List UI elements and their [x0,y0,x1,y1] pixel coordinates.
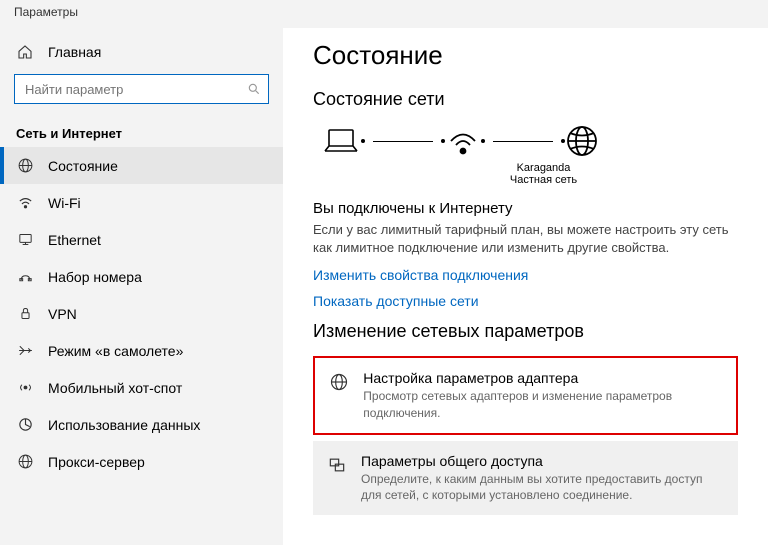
window-title: Параметры [0,0,768,28]
nav-status[interactable]: Состояние [0,147,283,184]
airplane-icon [16,342,34,359]
nav-hotspot[interactable]: Мобильный хот-спот [0,369,283,406]
network-label: Karaganda Частная сеть [349,162,738,186]
net-status-heading: Состояние сети [313,89,738,110]
nav-label: Мобильный хот-спот [48,380,182,396]
wifi-icon [16,194,34,211]
connected-heading: Вы подключены к Интернету [313,200,738,217]
connector-line [361,139,445,143]
section-heading: Сеть и Интернет [0,116,283,147]
link-show-networks[interactable]: Показать доступные сети [313,293,738,309]
sidebar: Главная Сеть и Интернет Состояние Wi-Fi … [0,28,283,545]
nav-label: Состояние [48,158,118,174]
network-name: Karaganda [349,162,738,174]
page-title: Состояние [313,40,738,71]
change-settings-heading: Изменение сетевых параметров [313,321,738,342]
adapter-title: Настройка параметров адаптера [363,370,722,386]
hotspot-icon [16,379,34,396]
home-link[interactable]: Главная [0,36,283,68]
sharing-desc: Определите, к каким данным вы хотите пре… [361,471,724,503]
nav-vpn[interactable]: VPN [0,295,283,332]
router-icon [445,125,481,157]
network-type: Частная сеть [349,174,738,186]
nav-dialup[interactable]: Набор номера [0,258,283,295]
laptop-icon [321,125,361,157]
data-icon [16,416,34,433]
network-diagram [321,124,738,158]
connected-text: Если у вас лимитный тарифный план, вы мо… [313,221,733,257]
sharing-title: Параметры общего доступа [361,453,724,469]
nav-wifi[interactable]: Wi-Fi [0,184,283,221]
connector-line [481,139,565,143]
home-icon [16,44,34,60]
search-input[interactable] [14,74,269,104]
nav-label: Режим «в самолете» [48,343,183,359]
main-layout: Главная Сеть и Интернет Состояние Wi-Fi … [0,28,768,545]
sharing-settings-card[interactable]: Параметры общего доступа Определите, к к… [313,441,738,515]
vpn-icon [16,305,34,322]
nav-label: Набор номера [48,269,142,285]
nav-label: Wi-Fi [48,195,81,211]
nav-proxy[interactable]: Прокси-сервер [0,443,283,480]
proxy-icon [16,453,34,470]
content-area: Состояние Состояние сети Karaganda Частн… [283,28,768,545]
adapter-settings-card[interactable]: Настройка параметров адаптера Просмотр с… [313,356,738,434]
nav-ethernet[interactable]: Ethernet [0,221,283,258]
sharing-icon [327,453,347,503]
dialup-icon [16,268,34,285]
globe-icon [16,157,34,174]
nav-label: Прокси-сервер [48,454,145,470]
search-container [14,74,269,104]
nav-label: VPN [48,306,77,322]
nav-airplane[interactable]: Режим «в самолете» [0,332,283,369]
globe-large-icon [565,124,599,158]
adapter-icon [329,370,349,420]
ethernet-icon [16,231,34,248]
nav-datausage[interactable]: Использование данных [0,406,283,443]
adapter-desc: Просмотр сетевых адаптеров и изменение п… [363,388,722,420]
home-label: Главная [48,44,101,60]
link-connection-props[interactable]: Изменить свойства подключения [313,267,738,283]
nav-label: Ethernet [48,232,101,248]
nav-label: Использование данных [48,417,200,433]
